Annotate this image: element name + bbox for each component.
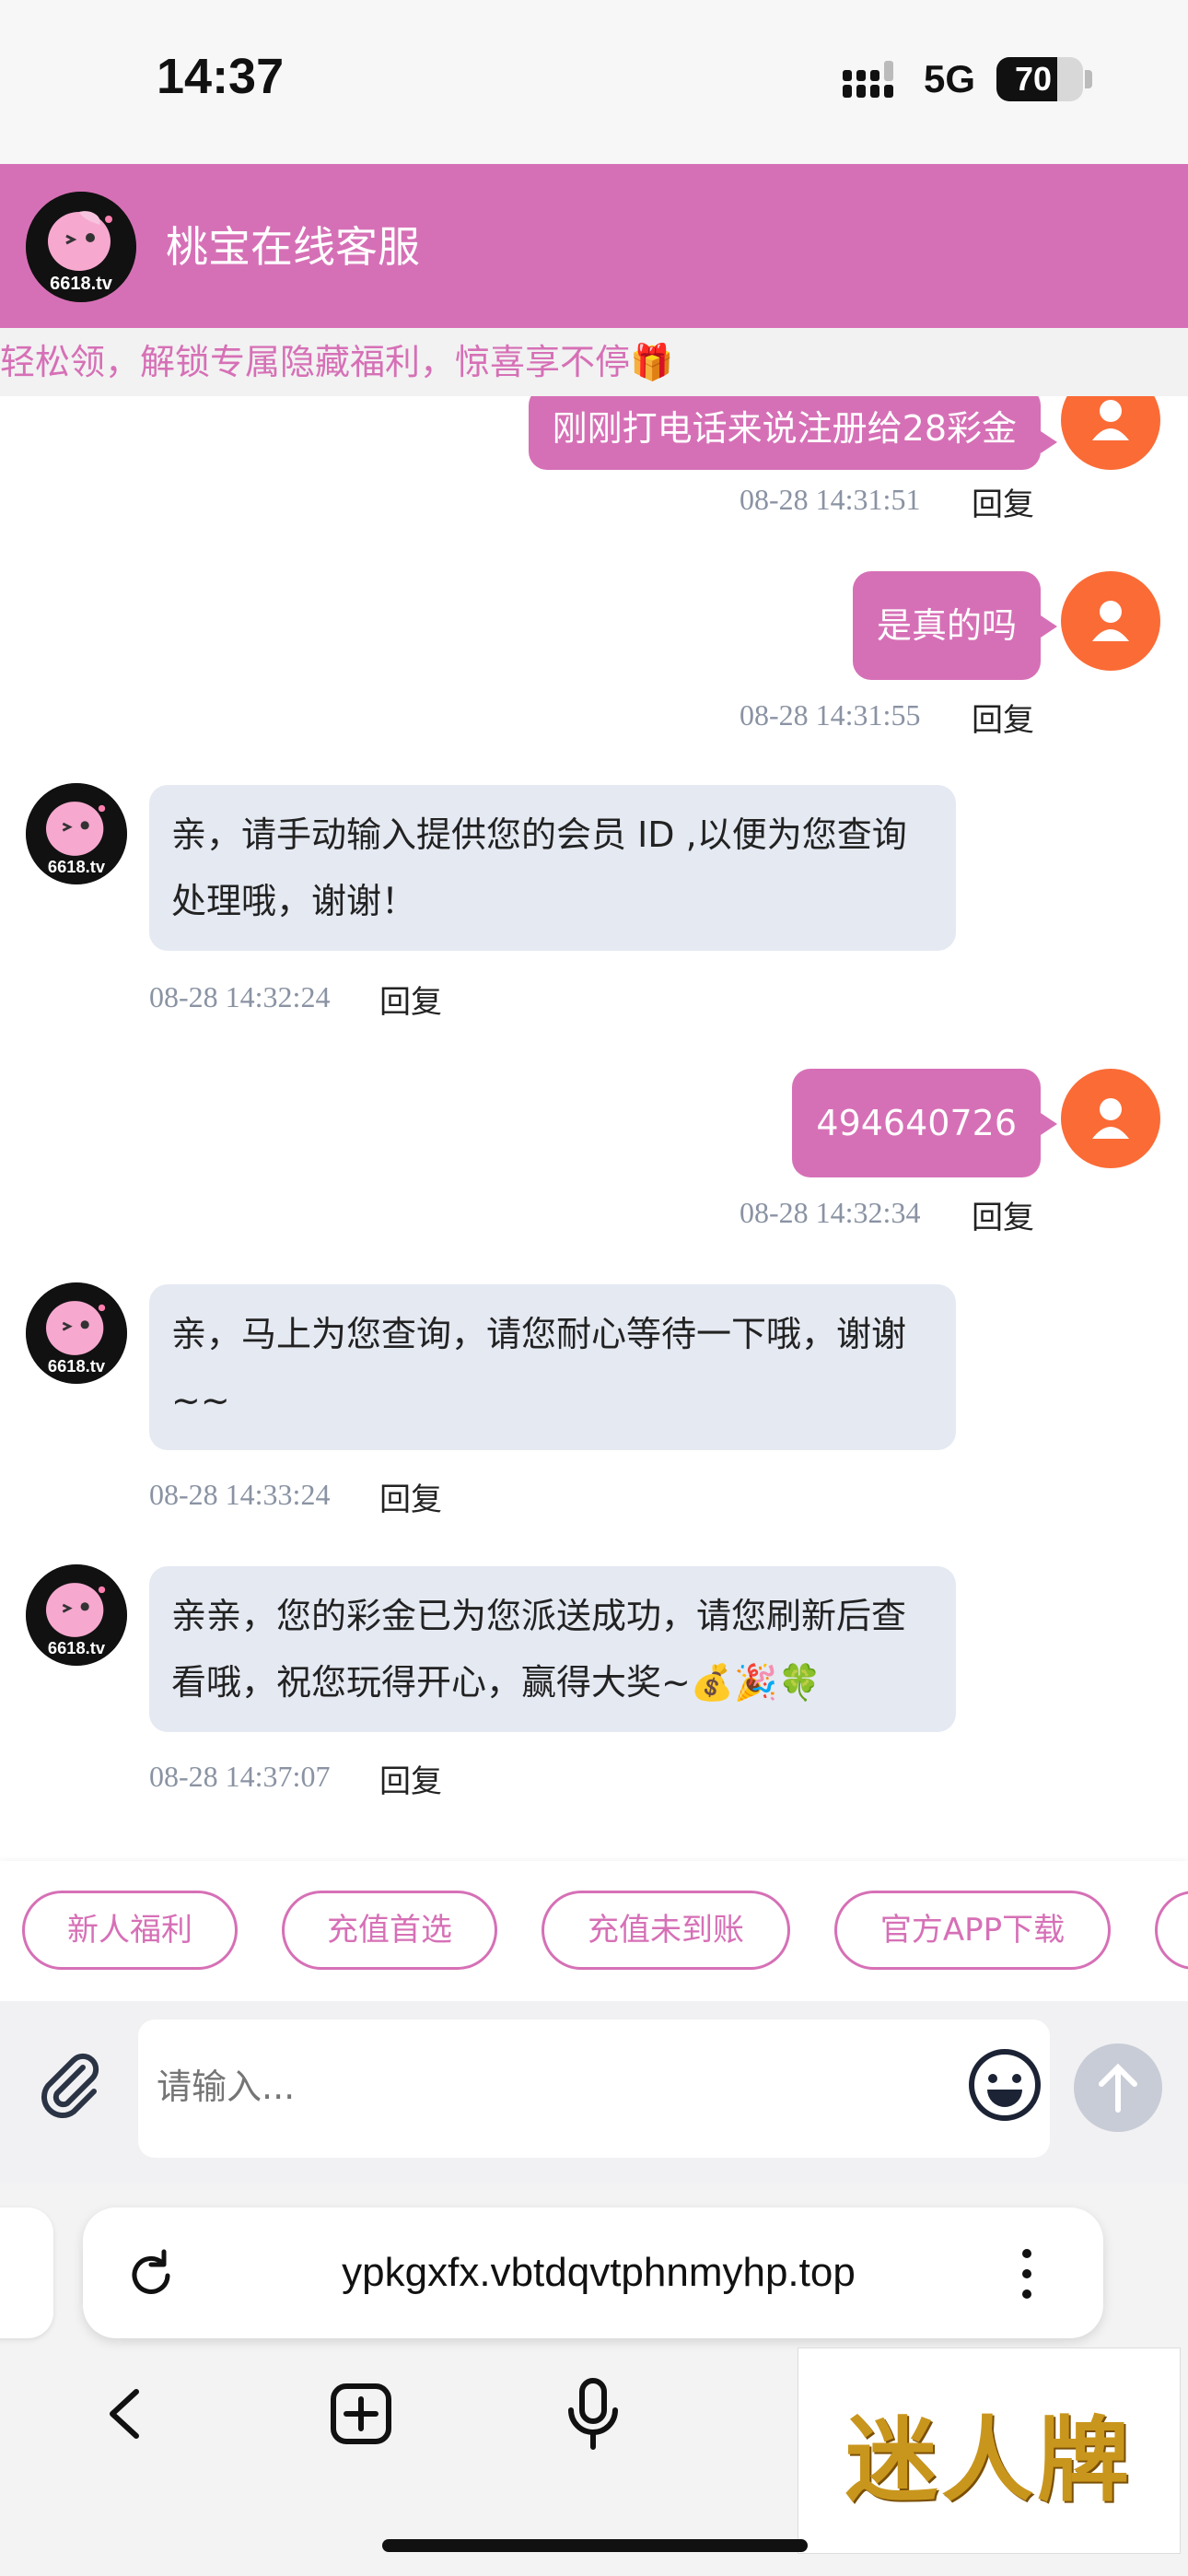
agent-message-bubble: 亲，马上为您查询，请您耐心等待一下哦，谢谢~~ — [149, 1284, 956, 1450]
service-avatar: 6618.tv — [26, 192, 136, 302]
home-indicator[interactable] — [382, 2539, 808, 2552]
user-avatar-icon — [1061, 571, 1160, 671]
reply-link[interactable]: 回复 — [972, 1192, 1034, 1237]
new-tab-icon[interactable] — [315, 2368, 407, 2460]
previous-tab-preview[interactable] — [0, 2207, 53, 2338]
url-text: ypkgxfx.vbtdqvtphnmyhp.top — [342, 2250, 856, 2295]
message-timestamp: 08-28 14:31:55 — [740, 698, 921, 732]
reply-link[interactable]: 回复 — [379, 1756, 442, 1801]
watermark-logo: 迷人牌 — [798, 2348, 1181, 2554]
user-message-bubble: 是真的吗 — [852, 571, 1058, 680]
page-title: 桃宝在线客服 — [166, 222, 420, 272]
reply-link[interactable]: 回复 — [972, 695, 1034, 740]
message-timestamp: 08-28 14:32:24 — [149, 980, 331, 1013]
status-bar: 14:37 5G 70 — [0, 0, 1188, 164]
agent-avatar-icon: 6618.tv — [26, 1282, 127, 1384]
address-bar[interactable]: ypkgxfx.vbtdqvtphnmyhp.top — [83, 2207, 1103, 2338]
message-input-wrapper — [138, 2020, 1050, 2158]
arrow-up-icon — [1099, 2063, 1137, 2113]
watermark-text: 迷人牌 — [845, 2406, 1133, 2514]
battery-cap — [1085, 70, 1092, 88]
reload-icon[interactable] — [122, 2244, 181, 2303]
battery-level: 70 — [1014, 60, 1053, 98]
battery-icon: 70 — [996, 57, 1083, 101]
quick-reply-app-download[interactable]: 官方APP下载 — [834, 1891, 1111, 1970]
message-row: 刚刚打电话来说注册给28彩金 — [0, 396, 1188, 488]
emoji-icon[interactable] — [967, 2047, 1042, 2123]
reply-link[interactable]: 回复 — [972, 479, 1034, 524]
status-time: 14:37 — [157, 49, 285, 104]
send-button[interactable] — [1074, 2043, 1162, 2132]
message-timestamp: 08-28 14:37:07 — [149, 1760, 331, 1793]
reply-link[interactable]: 回复 — [379, 977, 442, 1022]
quick-reply-top-up-missing[interactable]: 充值未到账 — [542, 1891, 790, 1970]
message-input[interactable] — [155, 2053, 895, 2121]
message-timestamp: 08-28 14:32:34 — [740, 1196, 921, 1229]
quick-reply-more[interactable] — [1155, 1891, 1188, 1970]
user-message-bubble: 494640726 — [792, 1069, 1057, 1177]
message-timestamp: 08-28 14:33:24 — [149, 1478, 331, 1511]
more-vertical-icon[interactable] — [1013, 2244, 1041, 2303]
user-avatar-icon — [1061, 1069, 1160, 1168]
chat-messages: 刚刚打电话来说注册给28彩金 08-28 14:31:51 回复 是真的吗 08… — [0, 396, 1188, 1861]
attachment-icon[interactable] — [33, 2047, 107, 2121]
network-type: 5G — [924, 57, 976, 100]
signal-icon — [843, 61, 893, 98]
reply-link[interactable]: 回复 — [379, 1474, 442, 1519]
quick-reply-bar: 新人福利 充值首选 充值未到账 官方APP下载 — [0, 1861, 1188, 2001]
peach-logo-icon: 6618.tv — [26, 192, 136, 302]
quick-reply-new-user-bonus[interactable]: 新人福利 — [22, 1891, 238, 1970]
agent-avatar-icon: 6618.tv — [26, 783, 127, 884]
message-composer — [0, 2001, 1188, 2184]
avatar-label: 6618.tv — [48, 1356, 106, 1376]
quick-reply-top-up[interactable]: 充值首选 — [282, 1891, 497, 1970]
avatar-label: 6618.tv — [50, 274, 113, 294]
user-message-bubble: 刚刚打电话来说注册给28彩金 — [528, 396, 1058, 470]
microphone-icon[interactable] — [547, 2368, 639, 2460]
back-icon[interactable] — [79, 2368, 171, 2460]
avatar-label: 6618.tv — [48, 1638, 106, 1657]
avatar-label: 6618.tv — [48, 857, 106, 876]
user-avatar-icon — [1061, 396, 1160, 470]
agent-message-bubble: 亲亲，您的彩金已为您派送成功，请您刷新后查看哦，祝您玩得开心，赢得大奖~💰🎉🍀 — [149, 1566, 956, 1732]
agent-avatar-icon: 6618.tv — [26, 1564, 127, 1666]
agent-message-bubble: 亲，请手动输入提供您的会员 ID ,以便为您查询处理哦，谢谢！ — [149, 785, 956, 951]
notice-marquee: 轻松领，解锁专属隐藏福利，惊喜享不停🎁 — [0, 328, 1188, 396]
chat-header: 6618.tv 桃宝在线客服 — [0, 164, 1188, 328]
message-timestamp: 08-28 14:31:51 — [740, 483, 921, 516]
